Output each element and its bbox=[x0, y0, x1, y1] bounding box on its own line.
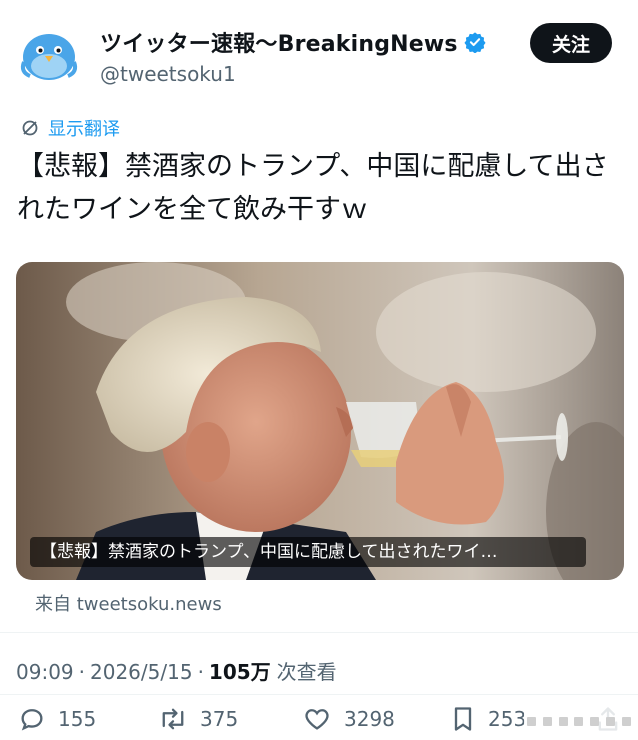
tweet-text: 【悲報】禁酒家のトランプ、中国に配慮して出されたワインを全て飲み干すｗ bbox=[17, 151, 609, 225]
watermark-mark bbox=[590, 716, 600, 726]
bookmark-count: 253 bbox=[488, 707, 527, 731]
retweet-icon bbox=[162, 708, 184, 730]
watermark-mark bbox=[574, 716, 584, 726]
reply-button[interactable]: 155 bbox=[18, 705, 96, 733]
verified-badge-icon bbox=[464, 32, 486, 53]
like-button[interactable]: 3298 bbox=[302, 705, 395, 733]
media-caption: 【悲報】禁酒家のトランプ、中国に配慮して出されたワイ… bbox=[30, 537, 586, 567]
views-label: 次查看 bbox=[276, 660, 337, 684]
translate-icon bbox=[22, 120, 38, 136]
watermark-mark bbox=[527, 716, 537, 726]
watermark-overlay bbox=[524, 707, 634, 735]
tweet-time[interactable]: 09:09 bbox=[16, 660, 74, 684]
author-handle[interactable]: @tweetsoku1 bbox=[100, 62, 236, 86]
retweet-button[interactable]: 375 bbox=[158, 705, 238, 733]
views-count: 105万 bbox=[208, 660, 271, 684]
meta-separator: · bbox=[197, 660, 204, 684]
show-translation-link[interactable]: 显示翻译 bbox=[20, 115, 120, 141]
meta-separator: · bbox=[78, 660, 85, 684]
link-source[interactable]: 来自 tweetsoku.news bbox=[35, 590, 222, 616]
tweet-header: ツイッター速報〜BreakingNews @tweetsoku1 关注 bbox=[0, 0, 638, 100]
follow-button[interactable]: 关注 bbox=[530, 23, 612, 63]
divider bbox=[0, 694, 638, 695]
source-domain[interactable]: tweetsoku.news bbox=[77, 594, 222, 615]
author-avatar[interactable] bbox=[18, 28, 80, 82]
bookmark-icon bbox=[454, 707, 472, 731]
watermark-mark bbox=[621, 716, 631, 726]
source-prefix: 来自 bbox=[35, 594, 71, 615]
show-translation-label[interactable]: 显示翻译 bbox=[48, 115, 120, 141]
tweet-media-card[interactable]: 【悲報】禁酒家のトランプ、中国に配慮して出されたワイ… bbox=[16, 262, 624, 580]
blue-bird-icon bbox=[20, 34, 78, 80]
author-name-row[interactable]: ツイッター速報〜BreakingNews bbox=[100, 26, 486, 58]
watermark-mark bbox=[605, 716, 615, 726]
bookmark-button[interactable]: 253 bbox=[450, 705, 526, 733]
tweet-meta: 09:09 · 2026/5/15 · 105万 次查看 bbox=[16, 656, 342, 685]
reply-icon bbox=[21, 709, 43, 731]
divider bbox=[0, 632, 638, 633]
media-photo bbox=[16, 262, 624, 580]
watermark-mark bbox=[543, 716, 553, 726]
retweet-count: 375 bbox=[200, 707, 239, 731]
reply-count: 155 bbox=[58, 707, 97, 731]
watermark-mark bbox=[558, 716, 568, 726]
tweet-date[interactable]: 2026/5/15 bbox=[90, 660, 193, 684]
author-display-name[interactable]: ツイッター速報〜BreakingNews bbox=[100, 26, 458, 58]
like-count: 3298 bbox=[344, 707, 395, 731]
heart-icon bbox=[305, 709, 329, 730]
